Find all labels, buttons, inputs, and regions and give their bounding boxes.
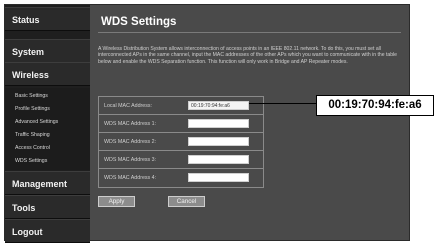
nav-status[interactable]: Status — [5, 7, 90, 31]
apply-button[interactable]: Apply — [98, 196, 135, 207]
wds-mac-2-input[interactable] — [188, 137, 249, 146]
mac-address-callout: 00:19:70:94:fe:a6 — [316, 95, 434, 116]
wds-mac-1-input[interactable] — [188, 119, 249, 128]
nav-wireless[interactable]: Wireless — [5, 62, 90, 86]
nav-tools[interactable]: Tools — [5, 195, 90, 219]
router-window: Status System Wireless Basic Settings Pr… — [4, 4, 410, 243]
sidebar-item-profile-settings[interactable]: Profile Settings — [15, 106, 50, 112]
title-divider — [98, 32, 401, 33]
nav-system[interactable]: System — [5, 39, 90, 63]
table-row: WDS MAC Address 3: — [99, 151, 263, 169]
table-row: Local MAC Address: 00:19:70:94:fe:a6 — [99, 97, 263, 115]
wds-mac-1-label: WDS MAC Address 1: — [104, 121, 157, 127]
wds-mac-4-input[interactable] — [188, 173, 249, 182]
wds-mac-4-label: WDS MAC Address 4: — [104, 175, 157, 181]
table-row: WDS MAC Address 2: — [99, 133, 263, 151]
wireless-submenu: Basic Settings Profile Settings Advanced… — [5, 88, 90, 170]
main-content: WDS Settings A Wireless Distribution Sys… — [90, 5, 409, 240]
nav-management[interactable]: Management — [5, 171, 90, 195]
cancel-button[interactable]: Cancel — [168, 196, 205, 207]
wds-mac-3-label: WDS MAC Address 3: — [104, 157, 157, 163]
page-description: A Wireless Distribution System allows in… — [98, 46, 398, 65]
wds-form-table: Local MAC Address: 00:19:70:94:fe:a6 WDS… — [98, 96, 264, 188]
sidebar: Status System Wireless Basic Settings Pr… — [5, 5, 90, 243]
page-title: WDS Settings — [101, 16, 177, 28]
sidebar-item-access-control[interactable]: Access Control — [15, 145, 50, 151]
callout-pointer — [249, 103, 317, 104]
table-row: WDS MAC Address 1: — [99, 115, 263, 133]
sidebar-item-traffic-shaping[interactable]: Traffic Shaping — [15, 132, 50, 138]
local-mac-field: 00:19:70:94:fe:a6 — [188, 101, 249, 110]
sidebar-item-basic-settings[interactable]: Basic Settings — [15, 93, 48, 99]
nav-logout[interactable]: Logout — [5, 219, 90, 243]
wds-mac-2-label: WDS MAC Address 2: — [104, 139, 157, 145]
wds-mac-3-input[interactable] — [188, 155, 249, 164]
table-row: WDS MAC Address 4: — [99, 169, 263, 187]
sidebar-item-wds-settings[interactable]: WDS Settings — [15, 158, 47, 164]
local-mac-value: 00:19:70:94:fe:a6 — [191, 103, 230, 109]
sidebar-item-advanced-settings[interactable]: Advanced Settings — [15, 119, 58, 125]
local-mac-label: Local MAC Address: — [104, 103, 152, 109]
